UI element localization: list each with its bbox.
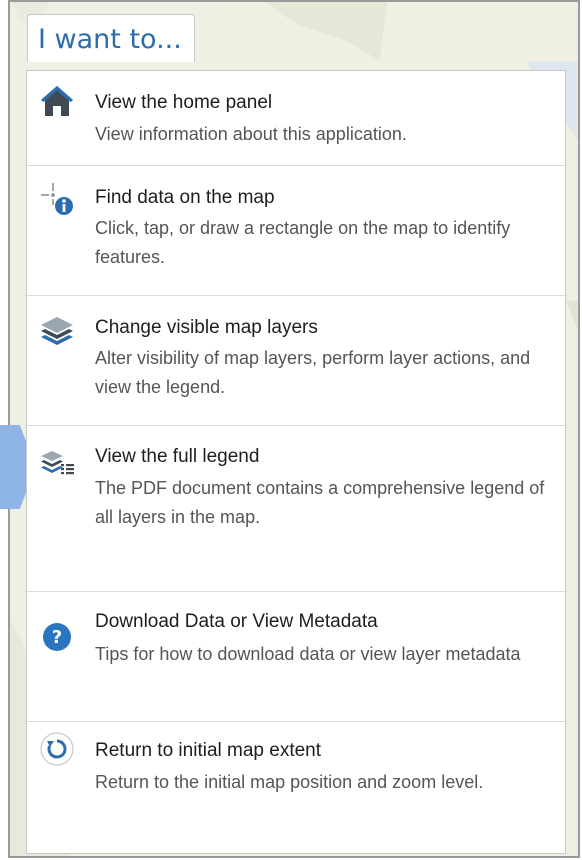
home-icon: [39, 83, 75, 119]
menu-item-home-panel[interactable]: View the home panel View information abo…: [27, 71, 565, 166]
svg-text:?: ?: [52, 627, 62, 648]
menu-item-download-data[interactable]: ? Download Data or View Metadata Tips fo…: [27, 591, 565, 722]
reset-extent-icon: [39, 731, 75, 767]
menu-item-description: Tips for how to download data or view la…: [95, 644, 521, 664]
layers-icon: [39, 313, 75, 349]
menu-item-title: View the home panel: [95, 92, 273, 113]
menu-item-find-data[interactable]: Find data on the map Click, tap, or draw…: [27, 165, 565, 296]
menu-item-title: Return to initial map extent: [95, 740, 322, 761]
menu-item-title: View the full legend: [95, 446, 260, 467]
menu-item-description: Return to the initial map position and z…: [95, 772, 484, 792]
legend-icon: [39, 445, 75, 481]
menu-item-initial-extent[interactable]: Return to initial map extent Return to t…: [27, 721, 565, 853]
i-want-to-menu: View the home panel View information abo…: [26, 70, 566, 854]
identify-info-icon: [39, 181, 75, 217]
menu-item-description: The PDF document contains a comprehensiv…: [95, 478, 545, 527]
i-want-to-tab[interactable]: I want to...: [27, 14, 195, 62]
menu-item-description: Alter visibility of map layers, perform …: [95, 348, 531, 397]
help-question-icon: ?: [39, 619, 75, 655]
menu-item-title: Find data on the map: [95, 187, 275, 208]
menu-item-title: Download Data or View Metadata: [95, 611, 378, 632]
menu-item-title: Change visible map layers: [95, 317, 318, 338]
menu-item-full-legend[interactable]: View the full legend The PDF document co…: [27, 425, 565, 592]
menu-item-description: View information about this application.: [95, 124, 407, 144]
menu-item-description: Click, tap, or draw a rectangle on the m…: [95, 218, 511, 267]
menu-item-change-layers[interactable]: Change visible map layers Alter visibili…: [27, 295, 565, 426]
